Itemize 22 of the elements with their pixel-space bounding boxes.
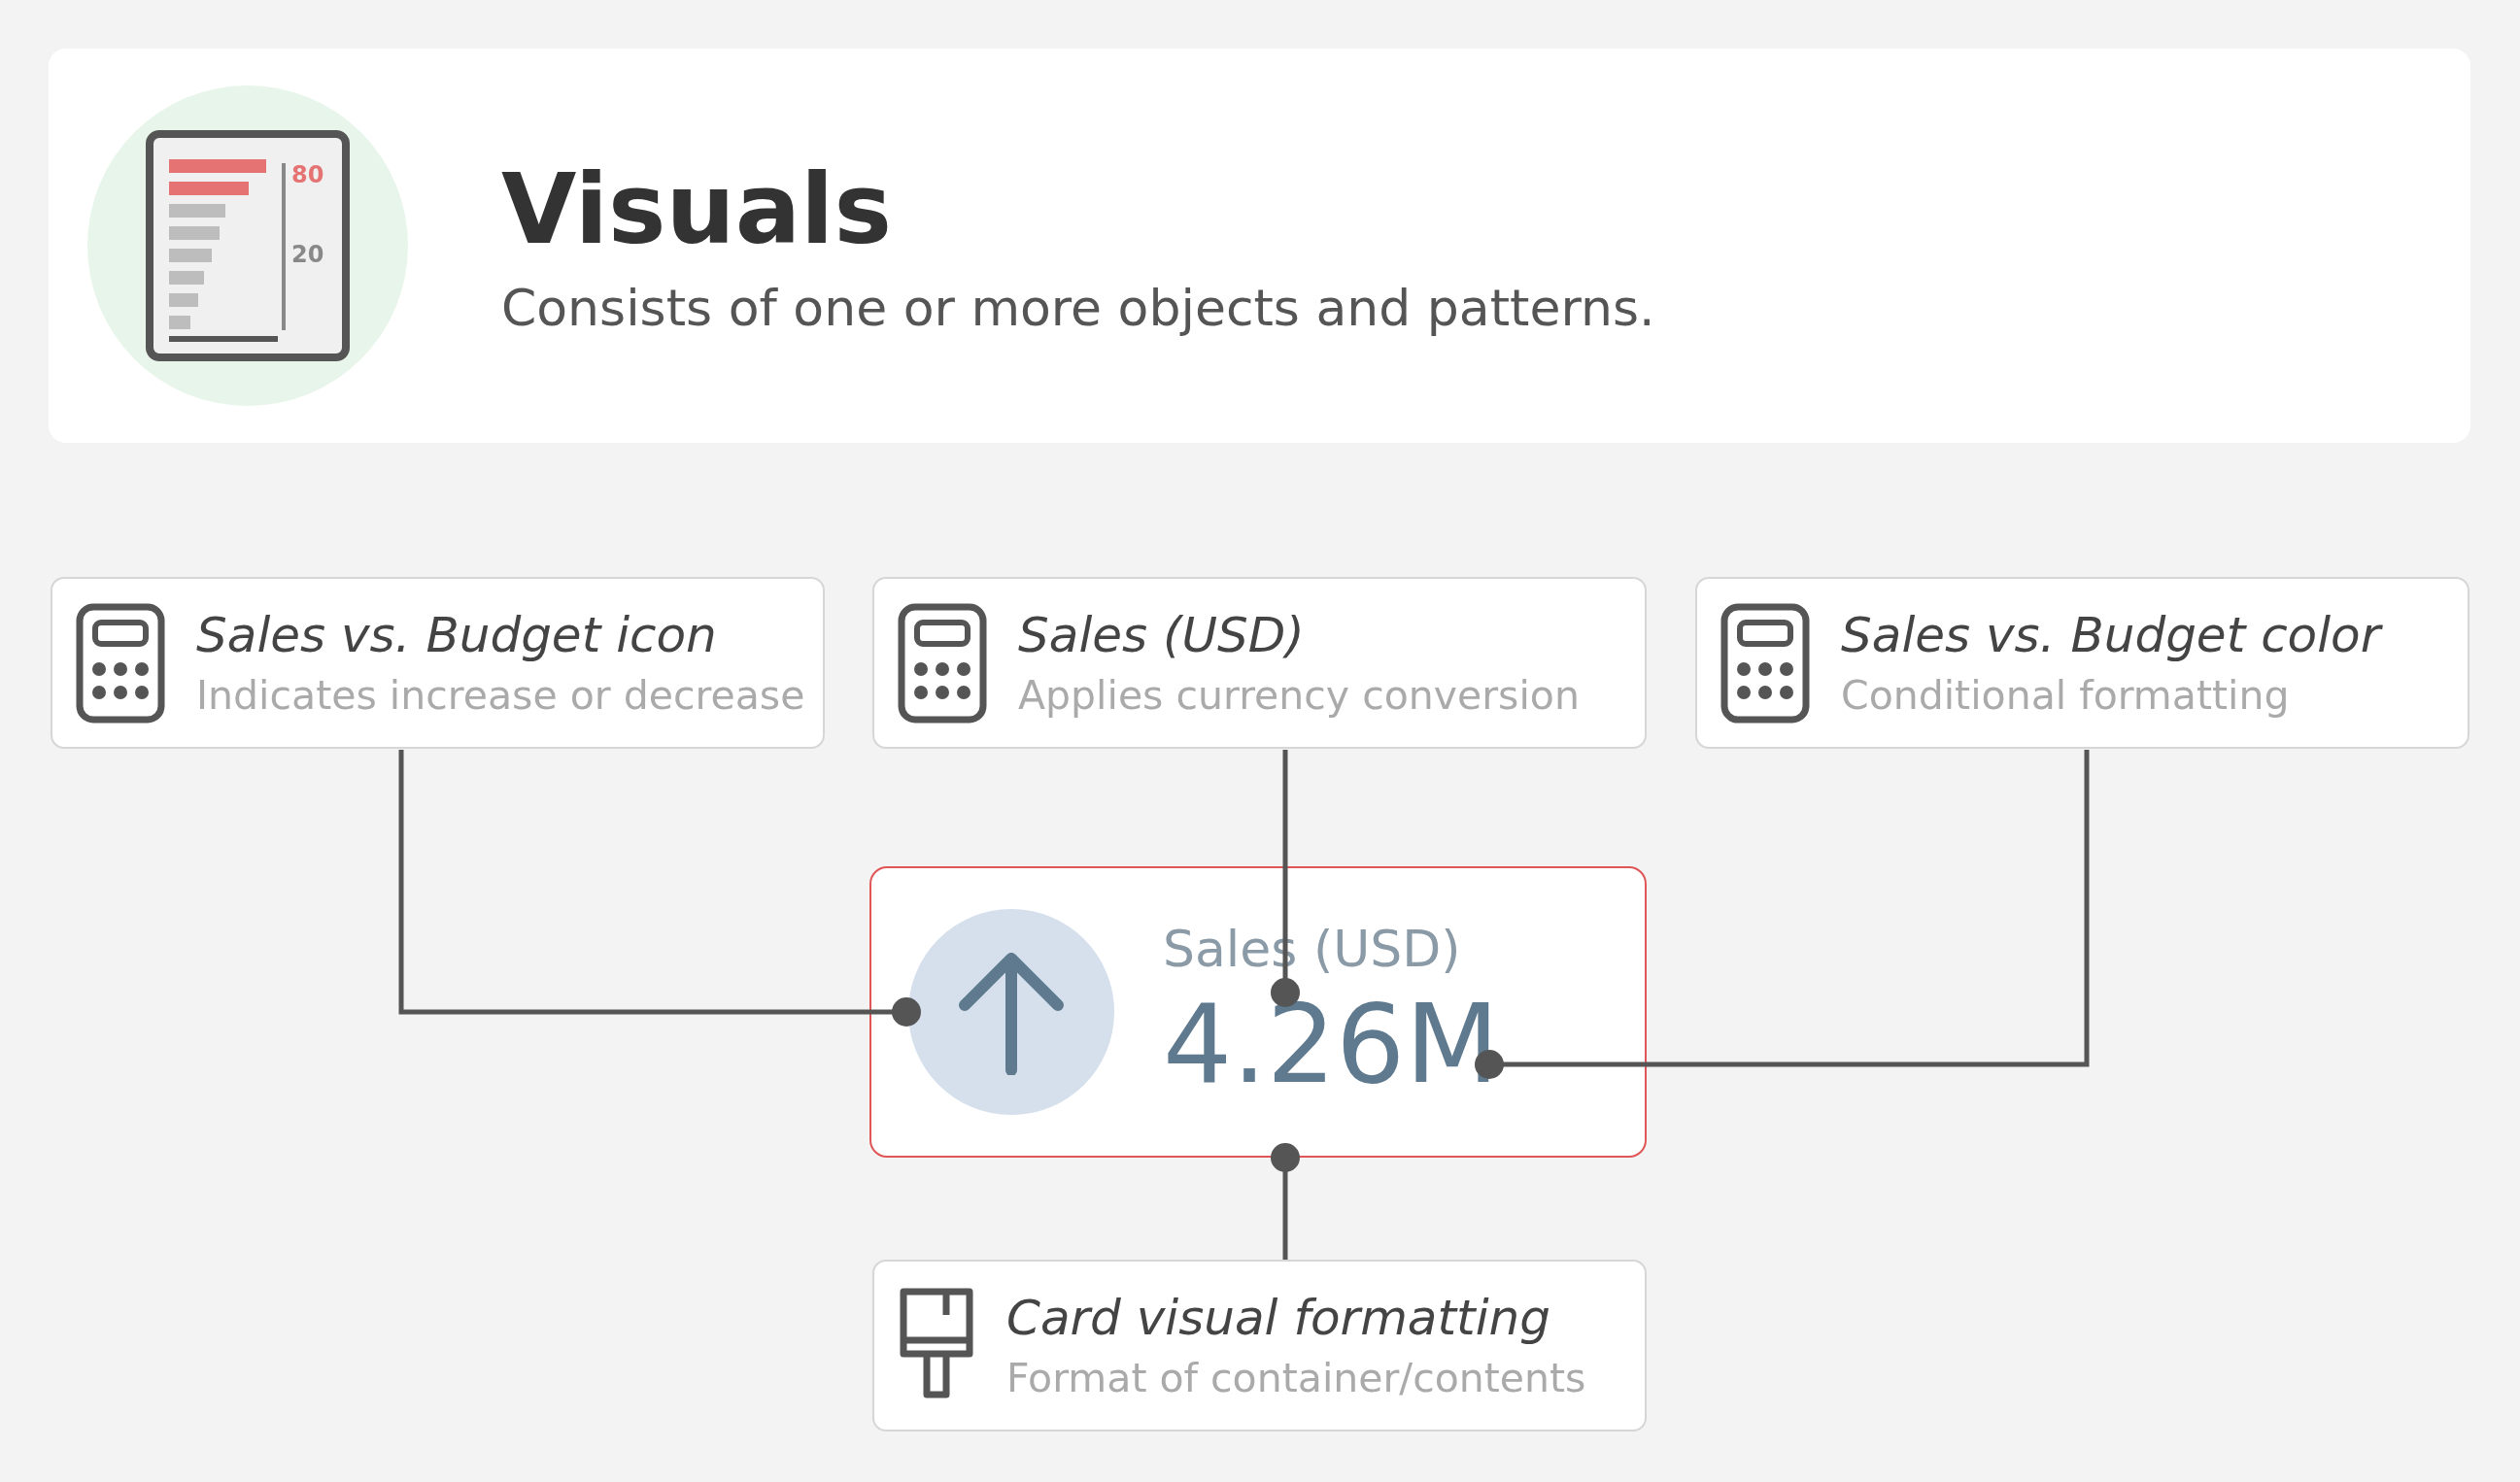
chart-bar [169,204,225,218]
calculator-icon [1720,602,1810,724]
axis-label: 80 [291,160,324,190]
card-subtitle: Applies currency conversion [1018,670,1580,721]
card-subtitle: Format of container/contents [1006,1353,1586,1403]
card-title: Sales vs. Budget icon [196,605,718,665]
chart-bar [169,293,198,307]
axis-label: 20 [291,240,324,270]
calculator-icon [898,602,987,724]
card-title: Card visual formatting [1006,1288,1551,1348]
card-title: Sales (USD) [1018,605,1306,665]
chart-bar [169,271,204,285]
kpi-value: 4.26M [1163,981,1499,1107]
calculator-icon [76,602,165,724]
chart-bar [169,249,212,262]
page-subtitle: Consists of one or more objects and patterns. [501,278,1655,339]
chart-bar [169,316,190,329]
card-subtitle: Conditional formatting [1841,670,2291,721]
card-subtitle: Indicates increase or decrease [196,670,805,721]
page-title: Visuals [501,152,893,268]
chart-bar [169,226,220,240]
card-title: Sales vs. Budget color [1841,605,2381,665]
